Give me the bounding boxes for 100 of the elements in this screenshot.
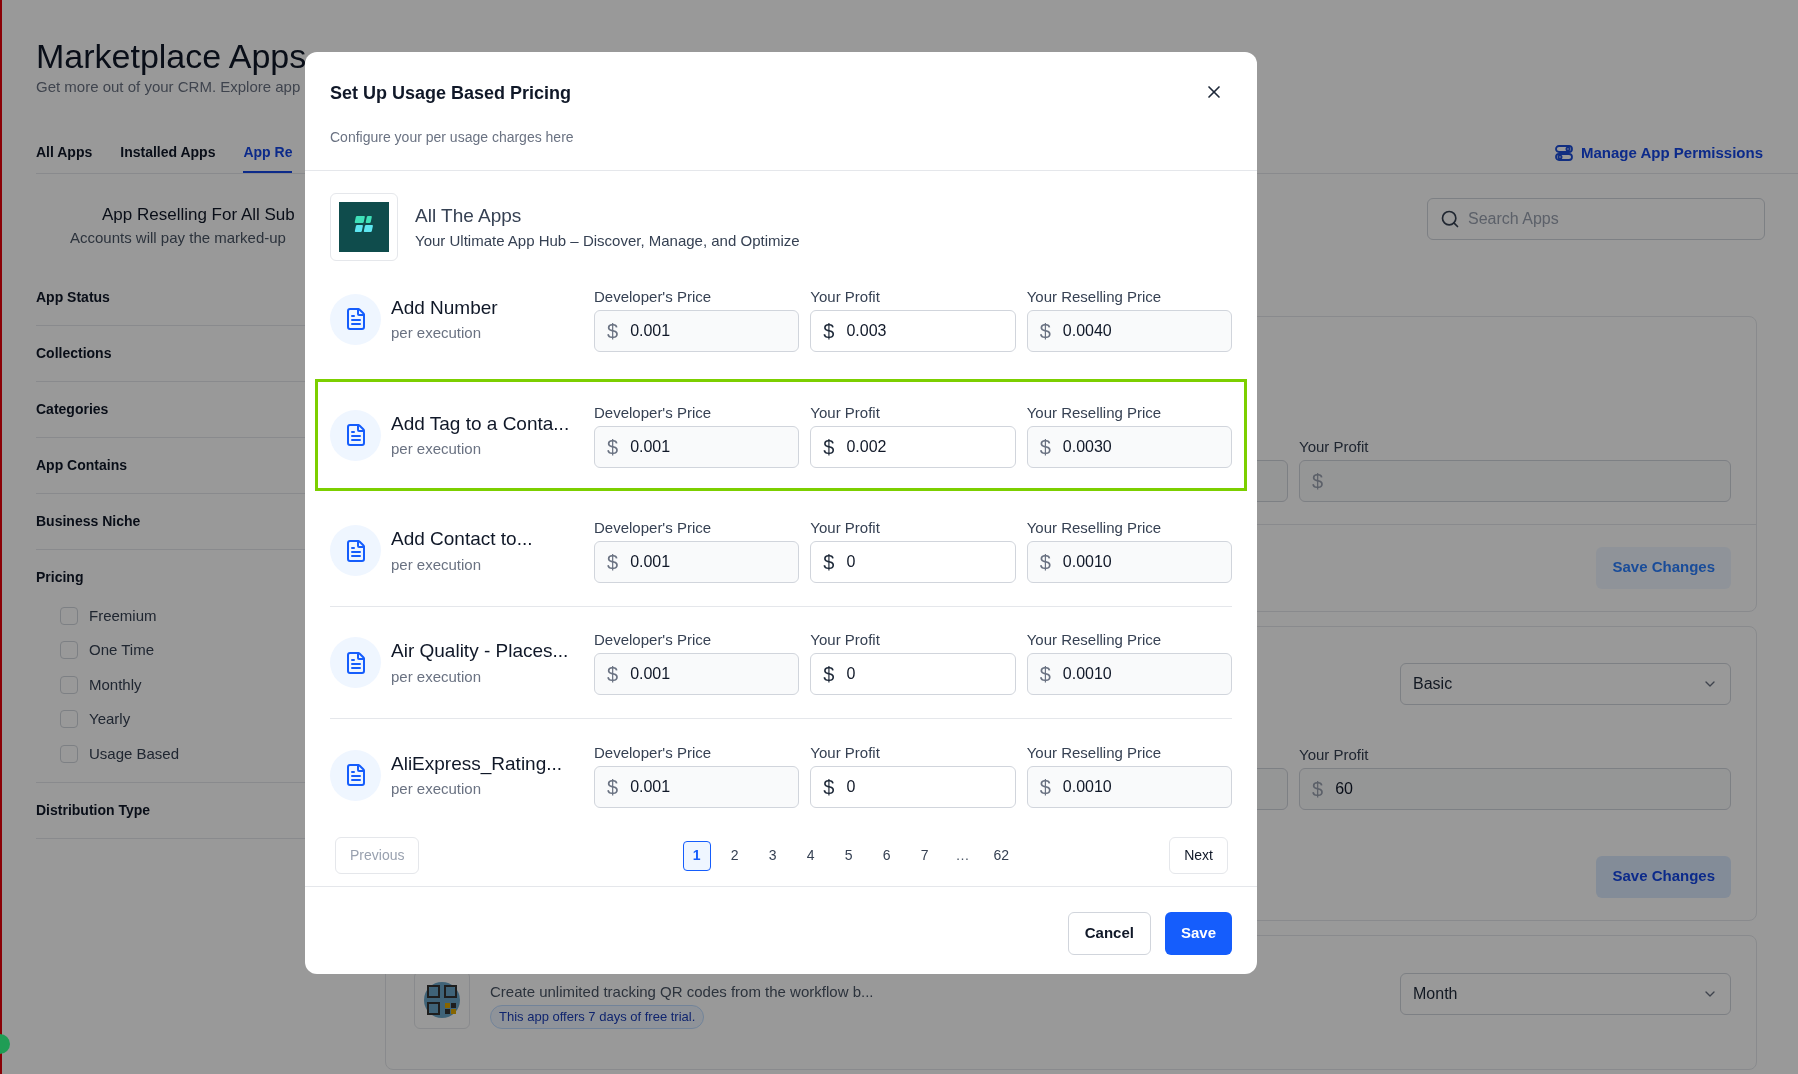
save-changes-button[interactable]: Save Changes <box>1596 855 1731 898</box>
cancel-button[interactable]: Cancel <box>1067 912 1151 955</box>
toggles-icon <box>1555 144 1573 162</box>
field-value: 0.0010 <box>1062 776 1112 797</box>
field-label: Your Reselling Price <box>1026 742 1163 763</box>
currency-symbol: $ <box>823 550 835 575</box>
reselling-title: App Reselling For All Sub <box>101 203 296 226</box>
currency-symbol: $ <box>607 318 619 344</box>
currency-symbol: $ <box>823 434 835 460</box>
price-field[interactable]: $ 0 <box>810 541 1016 583</box>
checkbox[interactable] <box>60 710 78 729</box>
action-name: Air Quality - Places... <box>391 639 569 663</box>
field-label: Your Profit <box>1299 436 1370 457</box>
manage-permissions-link[interactable]: Manage App Permissions <box>1555 141 1763 173</box>
profit-field[interactable]: $ 60 <box>1299 767 1731 810</box>
currency-symbol: $ <box>607 774 619 800</box>
dialog-subtitle: Configure your per usage charges here <box>329 128 575 147</box>
currency-symbol: $ <box>823 318 835 344</box>
field-value: 0.003 <box>846 320 887 341</box>
currency-symbol: $ <box>607 434 619 460</box>
search-icon <box>1440 208 1460 229</box>
field-label: Your Profit <box>810 518 881 538</box>
field-label: Developer's Price <box>594 286 713 307</box>
currency-symbol: $ <box>1312 776 1324 802</box>
next-button[interactable]: Next <box>1169 837 1228 874</box>
app-name: All The Apps <box>415 203 523 228</box>
action-name: AliExpress_Rating... <box>391 751 563 777</box>
currency-symbol: $ <box>1312 468 1324 494</box>
page-subtitle: Get more out of your CRM. Explore app <box>36 77 301 97</box>
field-value: 0.0010 <box>1062 664 1112 684</box>
page-button[interactable]: 1 <box>682 840 711 871</box>
currency-symbol: $ <box>607 550 619 575</box>
field-label: Your Profit <box>810 630 881 650</box>
app-description: Create unlimited tracking QR codes from the workflow b... <box>490 981 874 1002</box>
price-field[interactable]: $ 0.003 <box>810 309 1016 352</box>
field-label: Your Reselling Price <box>1026 630 1163 650</box>
field-value: 0.001 <box>630 320 671 341</box>
price-field[interactable]: $ 0.002 <box>810 425 1016 468</box>
field-label: Your Profit <box>810 402 881 423</box>
checkbox-label: One Time <box>89 640 155 660</box>
page-title: Marketplace Apps <box>36 36 308 76</box>
action-name: Add Contact to... <box>391 527 533 551</box>
app-tagline: Your Ultimate App Hub – Discover, Manage, and Optimize <box>415 231 800 251</box>
action-unit: per execution <box>391 439 483 459</box>
field-label: Developer's Price <box>594 742 713 763</box>
checkbox-label: Monthly <box>89 674 142 695</box>
action-name: Add Tag to a Conta... <box>391 411 570 436</box>
field-value: 0.001 <box>630 436 671 457</box>
checkbox-label: Freemium <box>89 605 157 626</box>
field-label: Developer's Price <box>594 402 713 423</box>
field-label: Your Profit <box>810 742 881 763</box>
tab[interactable]: Installed Apps <box>120 141 216 173</box>
checkbox[interactable] <box>60 606 78 625</box>
checkbox[interactable] <box>60 744 78 763</box>
app-logo-icon <box>339 202 389 252</box>
checkbox-label: Usage Based <box>89 743 180 764</box>
currency-symbol: $ <box>1039 434 1051 460</box>
field-value: 60 <box>1335 778 1353 799</box>
action-unit: per execution <box>391 666 483 687</box>
currency-symbol: $ <box>823 774 835 800</box>
checkbox[interactable] <box>60 675 78 694</box>
field-value: 0.0030 <box>1062 436 1112 457</box>
currency-symbol: $ <box>1039 774 1051 800</box>
currency-symbol: $ <box>1039 550 1051 575</box>
field-value: 0.0040 <box>1062 320 1112 341</box>
checkbox-label: Yearly <box>89 709 131 729</box>
select-field[interactable]: Basic <box>1400 662 1731 705</box>
save-button[interactable]: Save <box>1164 912 1232 955</box>
field-value: 0.001 <box>630 664 671 684</box>
field-label: Your Profit <box>1299 744 1370 765</box>
reselling-note: Accounts will pay the marked-up <box>69 228 287 248</box>
pagination-ellipsis: … <box>954 846 971 865</box>
action-unit: per execution <box>391 779 483 799</box>
field-value: 0 <box>846 552 856 572</box>
field-label: Developer's Price <box>594 518 713 538</box>
dialog-title: Set Up Usage Based Pricing <box>330 82 572 105</box>
field-value: 0.002 <box>846 436 887 457</box>
field-value: 0 <box>846 776 856 797</box>
field-value: 0 <box>846 664 856 684</box>
checkbox[interactable] <box>60 641 78 660</box>
price-field[interactable]: $ 0 <box>810 653 1016 695</box>
tab[interactable]: All Apps <box>36 141 93 173</box>
field-value: 0.001 <box>630 552 671 572</box>
tab[interactable]: App Re <box>243 141 293 173</box>
field-label: Developer's Price <box>594 630 713 650</box>
currency-symbol: $ <box>823 662 835 687</box>
field-label: Your Profit <box>810 286 881 307</box>
action-unit: per execution <box>391 554 483 575</box>
trial-badge: This app offers 7 days of free trial. <box>490 1005 705 1029</box>
field-value: 0.001 <box>630 776 671 797</box>
field-label: Your Reselling Price <box>1026 402 1163 423</box>
action-unit: per execution <box>391 323 483 343</box>
price-field[interactable]: $ 0 <box>810 765 1016 808</box>
currency-symbol: $ <box>607 662 619 687</box>
field-label: Your Reselling Price <box>1026 518 1163 538</box>
field-label: Your Reselling Price <box>1026 286 1163 307</box>
currency-symbol: $ <box>1039 318 1051 344</box>
action-name: Add Number <box>391 295 498 320</box>
currency-symbol: $ <box>1039 662 1051 687</box>
select-field[interactable]: Month <box>1400 972 1731 1015</box>
